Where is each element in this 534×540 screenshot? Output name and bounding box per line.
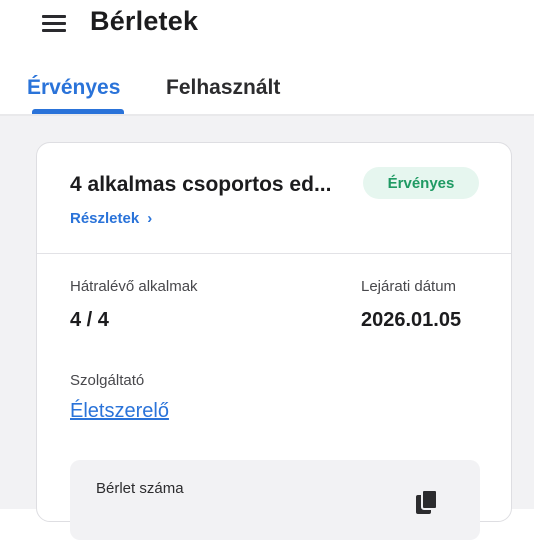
page-title: Bérletek [90, 6, 199, 36]
app-header: Bérletek Érvényes Felhasznált [0, 0, 534, 116]
expiry-label: Lejárati dátum [361, 278, 457, 295]
remaining-value: 4 / 4 [70, 309, 109, 331]
card-divider [37, 253, 511, 254]
pass-number-label: Bérlet száma [96, 480, 184, 497]
details-link[interactable]: Részletek › [70, 210, 152, 227]
pass-card: 4 alkalmas csoportos ed... Érvényes Rész… [36, 142, 512, 540]
status-badge: Érvényes [363, 167, 479, 199]
tab-valid[interactable]: Érvényes [27, 76, 120, 100]
pass-title: 4 alkalmas csoportos ed... [70, 173, 332, 196]
pass-number-box: Bérlet száma [70, 460, 480, 540]
provider-link[interactable]: Életszerelő [70, 400, 169, 423]
copy-icon[interactable] [416, 489, 438, 514]
remaining-label: Hátralévő alkalmak [70, 278, 198, 295]
provider-label: Szolgáltató [70, 372, 145, 389]
tab-used[interactable]: Felhasznált [166, 76, 280, 100]
chevron-right-icon: › [147, 210, 153, 227]
hamburger-menu-icon[interactable] [42, 12, 66, 34]
expiry-value: 2026.01.05 [361, 309, 462, 331]
details-link-label: Részletek [70, 210, 140, 227]
